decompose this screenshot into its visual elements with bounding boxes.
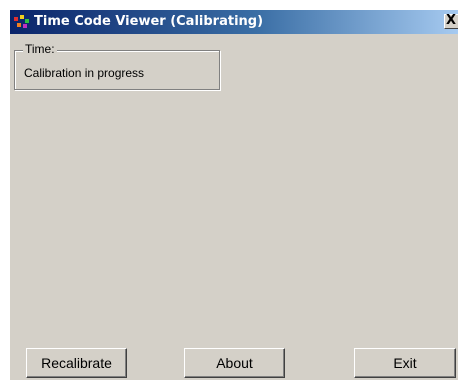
about-button[interactable]: About — [184, 348, 285, 378]
time-code-viewer-window: Time Code Viewer (Calibrating) X Time: C… — [10, 10, 458, 380]
title-bar[interactable]: Time Code Viewer (Calibrating) X — [10, 10, 458, 34]
app-icon — [14, 15, 29, 28]
close-icon: X — [446, 13, 457, 28]
recalibrate-button[interactable]: Recalibrate — [26, 348, 127, 378]
close-button[interactable]: X — [444, 13, 458, 29]
time-group-label: Time: — [23, 42, 57, 56]
window-title: Time Code Viewer (Calibrating) — [34, 14, 264, 29]
exit-button[interactable]: Exit — [354, 348, 456, 378]
time-status-text: Calibration in progress — [24, 66, 145, 80]
